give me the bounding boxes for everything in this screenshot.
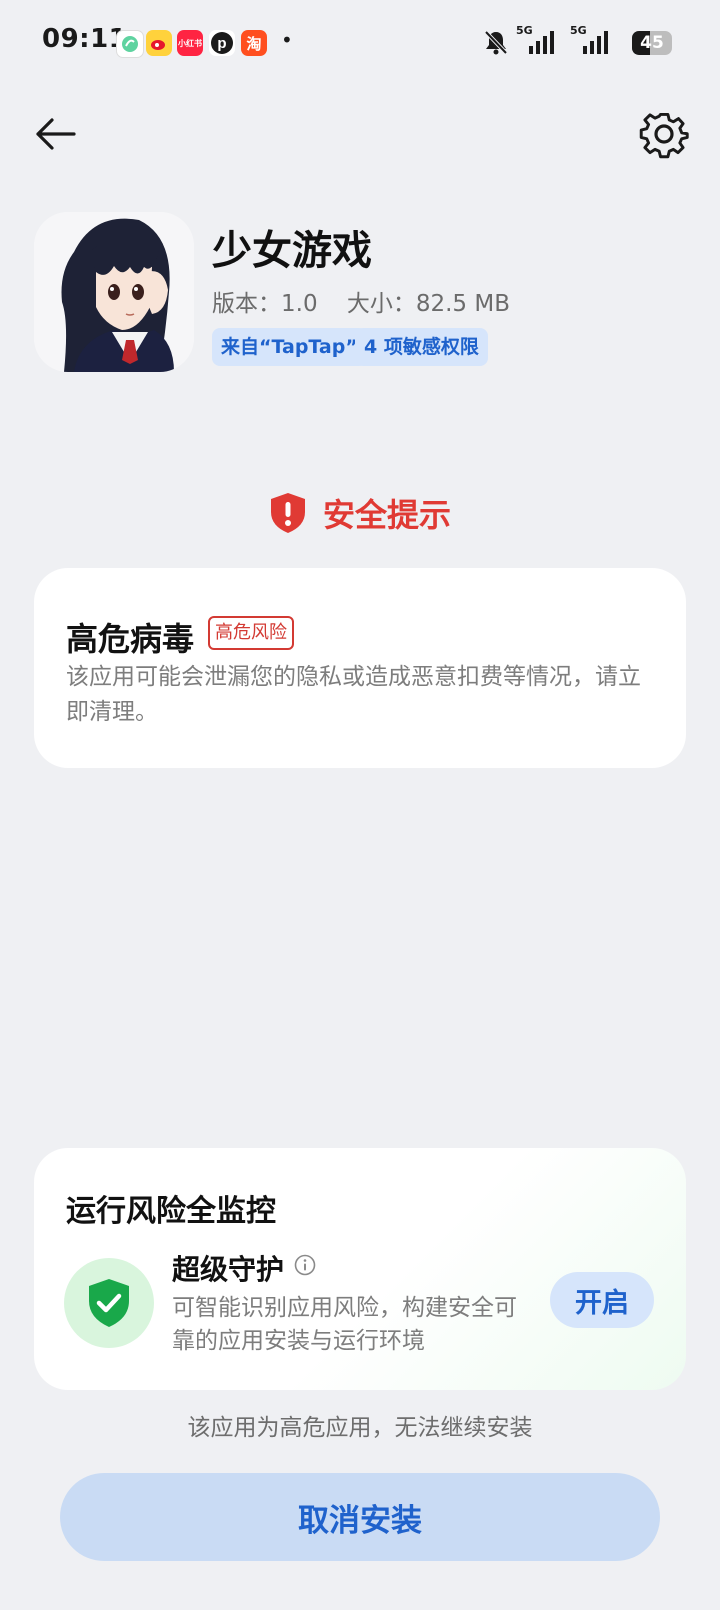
shield-check-icon — [89, 1279, 129, 1327]
pinterest-icon: p — [209, 30, 235, 56]
svg-text:p: p — [217, 35, 226, 52]
arrow-left-icon — [36, 118, 76, 150]
status-time: 09:11 — [42, 24, 128, 54]
app-name: 少女游戏 — [212, 228, 372, 274]
source-tag[interactable]: 来自“TapTap” — [212, 328, 367, 366]
security-notice-header: 安全提示 — [0, 490, 720, 536]
back-button[interactable] — [32, 110, 80, 158]
shield-check-badge — [64, 1258, 154, 1348]
risk-monitor-card: 运行风险全监控 超级守护 可智能识别应用风险，构建安全可靠的应用安装与运行环境 … — [34, 1148, 686, 1390]
super-guard-description: 可智能识别应用风险，构建安全可靠的应用安装与运行环境 — [172, 1295, 517, 1354]
signal-icon-2 — [582, 30, 608, 60]
risk-badge: 高危风险 — [208, 616, 294, 650]
permissions-tag[interactable]: 4 项敏感权限 — [355, 328, 488, 366]
bell-muted-icon — [482, 28, 510, 60]
virus-title: 高危病毒 — [66, 620, 195, 658]
mint-app-icon — [116, 30, 144, 58]
gear-icon — [639, 112, 689, 159]
taobao-icon: 淘 — [241, 30, 267, 56]
super-guard-title: 超级守护 — [172, 1253, 285, 1286]
shield-alert-icon — [270, 493, 305, 533]
info-icon[interactable] — [294, 1254, 316, 1276]
more-notifications-dot: • — [281, 28, 293, 52]
install-blocked-message: 该应用为高危应用，无法继续安装 — [187, 1415, 533, 1441]
virus-description: 该应用可能会泄漏您的隐私或造成恶意扣费等情况，请立即清理。 — [66, 664, 641, 725]
battery-level: 45 — [640, 33, 664, 53]
monitor-title: 运行风险全监控 — [66, 1194, 276, 1229]
app-icon — [34, 212, 194, 372]
app-version-size: 版本：1.0 大小：82.5 MB — [212, 291, 510, 317]
battery-icon: 45 — [632, 31, 672, 55]
anime-girl-icon — [34, 212, 194, 372]
weibo-icon — [146, 30, 172, 56]
settings-button[interactable] — [638, 108, 690, 160]
security-notice-title: 安全提示 — [322, 496, 451, 534]
signal-icon-1 — [528, 30, 554, 60]
cancel-install-button[interactable]: 取消安装 — [60, 1473, 660, 1561]
xiaohongshu-icon: 小红书 — [177, 30, 203, 56]
virus-warning-card: 高危病毒 高危风险 该应用可能会泄漏您的隐私或造成恶意扣费等情况，请立即清理。 — [34, 568, 686, 768]
enable-button[interactable]: 开启 — [550, 1272, 654, 1328]
